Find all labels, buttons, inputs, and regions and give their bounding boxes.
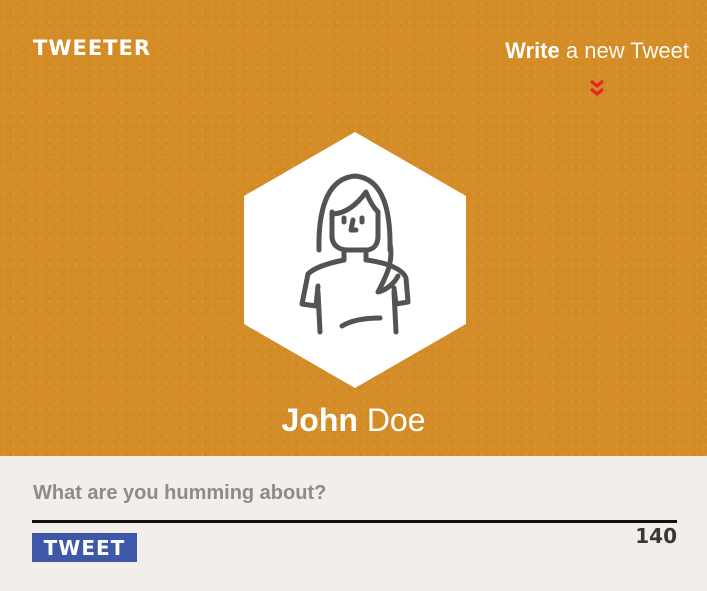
write-new-tweet-link[interactable]: Write a new Tweet (505, 38, 689, 64)
woman-avatar-icon (244, 132, 466, 388)
write-link-rest: a new Tweet (565, 38, 689, 63)
write-link-bold: Write (505, 38, 560, 63)
tweet-input[interactable] (33, 478, 677, 508)
tweet-button[interactable]: TWEET (32, 533, 137, 562)
profile-name: John Doe (0, 402, 707, 439)
character-counter: 140 (635, 524, 677, 548)
double-chevron-down-icon[interactable] (588, 78, 606, 98)
compose-divider (32, 520, 677, 523)
compose-panel (0, 456, 707, 591)
profile-hero: TWEETER Write a new Tweet John Doe (0, 0, 707, 456)
avatar (244, 132, 466, 388)
app-logo[interactable]: TWEETER (33, 36, 151, 60)
profile-last-name: Doe (366, 402, 426, 438)
profile-first-name: John (281, 402, 358, 438)
